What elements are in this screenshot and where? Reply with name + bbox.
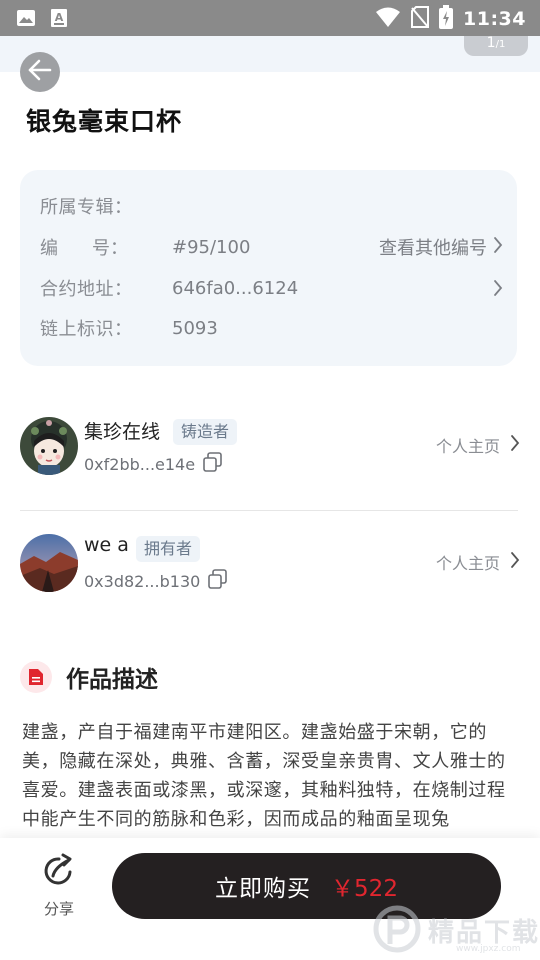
description-heading: 作品描述 <box>66 667 158 693</box>
contract-row[interactable]: 合约地址： 646fa0...6124 <box>40 274 503 302</box>
contract-label: 合约地址： <box>40 279 133 300</box>
pager-current: 1 <box>486 35 496 51</box>
battery-charging-icon <box>439 5 454 33</box>
creator-homepage-label: 个人主页 <box>435 437 500 456</box>
creator-avatar[interactable] <box>20 417 78 475</box>
watermark-url: www.jpxz.com <box>456 944 521 954</box>
number-label-b: 号： <box>92 238 128 259</box>
description-text: 建盏，产自于福建南平市建阳区。建盏始盛于宋朝，它的美，隐藏在深处，典雅、含蓄，深… <box>22 722 506 830</box>
number-label: 编 号： <box>40 234 172 260</box>
info-card: 所属专辑： 编 号： #95/100 查看其他编号 合约地址： 646fa0..… <box>20 170 517 366</box>
contract-value: 646fa0...6124 <box>172 277 299 299</box>
album-row: 所属专辑： <box>40 192 503 220</box>
watermark: 精品下载 www.jpxz.com <box>372 902 540 960</box>
copy-icon[interactable] <box>208 569 228 593</box>
chevron-right-icon <box>510 434 520 456</box>
price: ￥522 <box>331 876 398 902</box>
chain-id-row: 链上标识： 5093 <box>40 314 503 342</box>
number-value: #95/100 <box>172 236 251 258</box>
creator-address: 0xf2bb...e14e <box>84 452 223 476</box>
buy-now-label: 立即购买 <box>215 876 312 902</box>
creator-homepage-link[interactable]: 个人主页 <box>436 433 520 457</box>
copy-icon[interactable] <box>203 452 223 476</box>
description-header: 作品描述 <box>20 660 158 694</box>
owner-name: we a <box>84 534 129 556</box>
view-other-numbers-link[interactable]: 查看其他编号 <box>379 234 503 260</box>
document-icon <box>20 661 52 693</box>
owner-row: we a 拥有者 0x3d82...b130 个人主页 <box>20 534 520 594</box>
chain-label: 链上标识： <box>40 319 133 340</box>
share-button[interactable]: 分享 <box>38 852 80 919</box>
chevron-right-icon <box>493 236 503 259</box>
album-label: 所属专辑： <box>40 197 133 218</box>
owner-homepage-link[interactable]: 个人主页 <box>436 550 520 574</box>
chain-value: 5093 <box>172 317 218 339</box>
pager-total: /1 <box>495 39 506 50</box>
arrow-left-icon <box>27 57 53 87</box>
number-row: 编 号： #95/100 查看其他编号 <box>40 233 503 261</box>
chevron-right-icon <box>493 279 503 297</box>
creator-row: 集珍在线 铸造者 0xf2bb...e14e 个人主页 <box>20 417 520 477</box>
product-title: 银兔毫束口杯 <box>26 107 183 136</box>
clock: 11:34 <box>463 8 526 30</box>
owner-homepage-label: 个人主页 <box>435 554 500 573</box>
number-label-a: 编 <box>40 238 58 259</box>
share-label: 分享 <box>43 900 74 918</box>
owner-address: 0x3d82...b130 <box>84 569 228 593</box>
back-button[interactable] <box>20 52 60 92</box>
no-sim-icon <box>411 6 430 32</box>
text-a-icon: A <box>50 8 68 32</box>
svg-text:A: A <box>55 11 64 24</box>
owner-address-text: 0x3d82...b130 <box>84 571 201 591</box>
divider <box>20 510 518 511</box>
creator-role-badge: 铸造者 <box>173 419 238 445</box>
image-icon <box>16 8 36 32</box>
status-bar: A 11:34 <box>0 0 540 36</box>
image-pager: 1/1 <box>464 36 528 56</box>
share-icon <box>40 853 78 894</box>
wifi-icon <box>375 6 401 32</box>
creator-address-text: 0xf2bb...e14e <box>84 454 196 474</box>
chevron-right-icon <box>510 551 520 573</box>
owner-avatar[interactable] <box>20 534 78 592</box>
hero-image-area <box>0 36 540 72</box>
creator-name: 集珍在线 <box>84 421 161 443</box>
owner-role-badge: 拥有者 <box>136 536 201 562</box>
view-other-numbers-label: 查看其他编号 <box>379 238 487 259</box>
